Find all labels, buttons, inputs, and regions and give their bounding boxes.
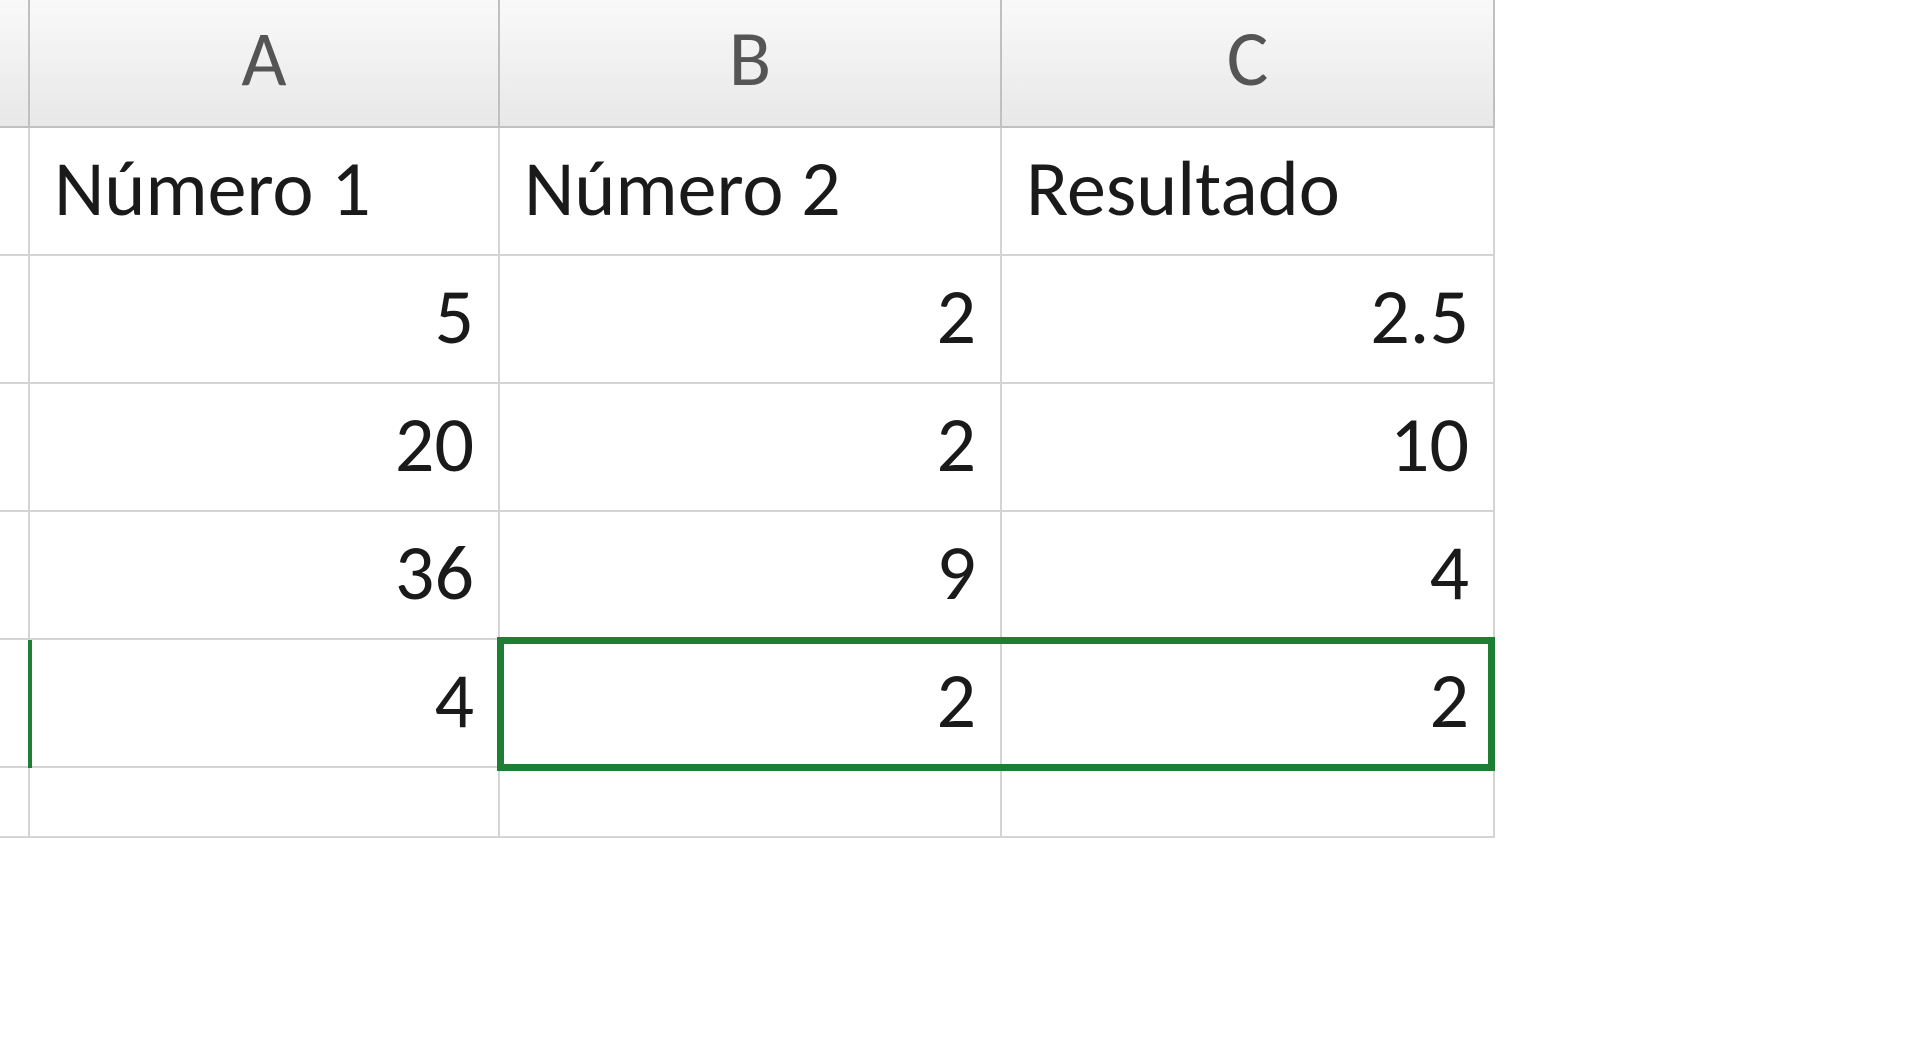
cell-a1[interactable]: Número 1 (30, 128, 500, 256)
column-header-a[interactable]: A (30, 0, 500, 128)
cell-a5[interactable]: 4 (30, 640, 500, 768)
row-header-4[interactable] (0, 512, 30, 640)
row-header-2[interactable] (0, 256, 30, 384)
cell-c3[interactable]: 10 (1002, 384, 1495, 512)
cell-b1[interactable]: Número 2 (500, 128, 1002, 256)
row-header-6[interactable] (0, 768, 30, 838)
cell-b6[interactable] (500, 768, 1002, 838)
cell-c1[interactable]: Resultado (1002, 128, 1495, 256)
cell-c5[interactable]: 2 (1002, 640, 1495, 768)
cell-b2[interactable]: 2 (500, 256, 1002, 384)
cell-a2[interactable]: 5 (30, 256, 500, 384)
cell-c4[interactable]: 4 (1002, 512, 1495, 640)
cell-b5[interactable]: 2 (500, 640, 1002, 768)
cell-c2[interactable]: 2.5 (1002, 256, 1495, 384)
cell-c6[interactable] (1002, 768, 1495, 838)
cell-a3[interactable]: 20 (30, 384, 500, 512)
column-header-b[interactable]: B (500, 0, 1002, 128)
cell-a4[interactable]: 36 (30, 512, 500, 640)
row-header-5[interactable] (0, 640, 30, 768)
row-header-3[interactable] (0, 384, 30, 512)
column-header-c[interactable]: C (1002, 0, 1495, 128)
cell-a6[interactable] (30, 768, 500, 838)
cell-b4[interactable]: 9 (500, 512, 1002, 640)
select-all-corner[interactable] (0, 0, 30, 128)
cell-b3[interactable]: 2 (500, 384, 1002, 512)
spreadsheet-grid: A B C Número 1 Número 2 Resultado 5 2 2.… (0, 0, 1920, 838)
spreadsheet-container: A B C Número 1 Número 2 Resultado 5 2 2.… (0, 0, 1920, 838)
row-header-1[interactable] (0, 128, 30, 256)
